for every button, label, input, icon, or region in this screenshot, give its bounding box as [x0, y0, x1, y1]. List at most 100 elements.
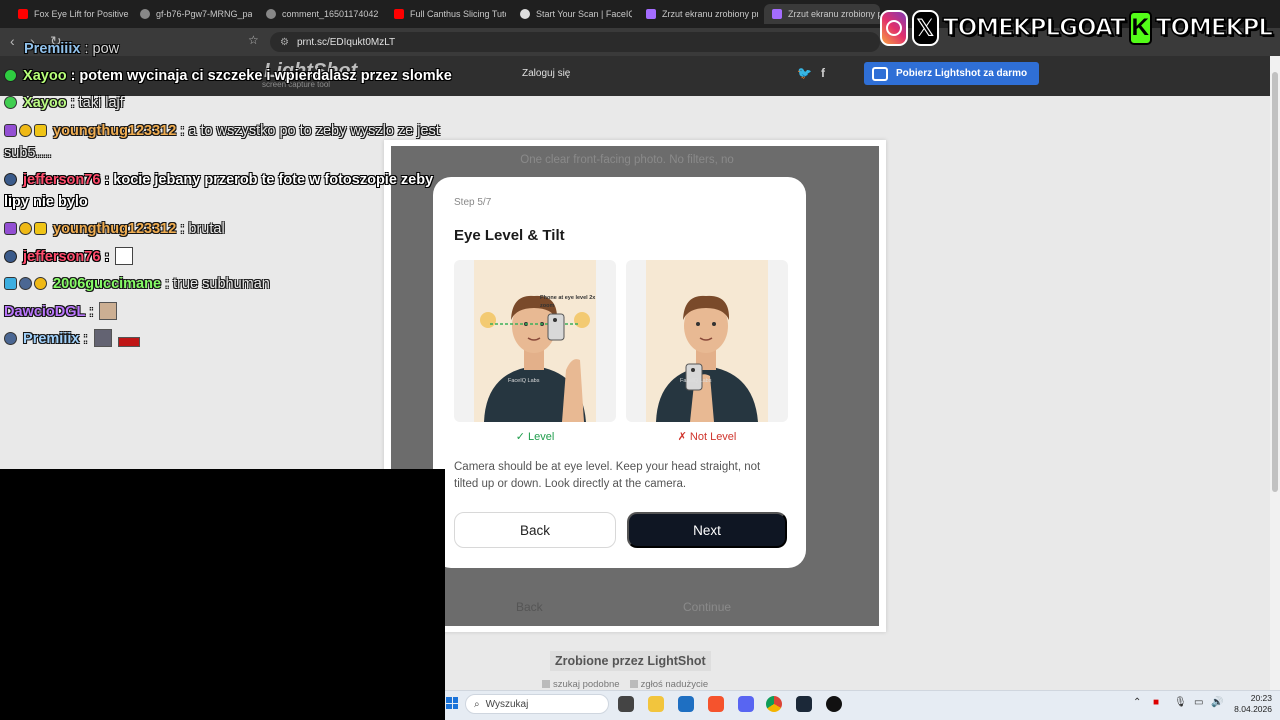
chat-message: jefferson76 : kocie jebany przerob te fo…: [4, 169, 454, 213]
tray-app-icon[interactable]: ■: [1153, 697, 1159, 708]
label-not-level: ✗ Not Level: [677, 431, 737, 443]
phone-note-text: Phone at eye level 2x zoom: [540, 295, 596, 309]
x-handle: TOMEKPLGOAT: [942, 14, 1126, 42]
network-icon[interactable]: ▭: [1194, 697, 1203, 708]
windows-start-icon[interactable]: [446, 697, 458, 709]
verified-badge-icon: [4, 96, 17, 109]
chat-message: Xayoo : taki lajf: [4, 92, 124, 114]
facebook-icon[interactable]: f: [821, 66, 825, 80]
chat-message: youngthug123312 : a to wszystko po to ze…: [4, 120, 454, 164]
lightshot-feather-icon: [772, 9, 782, 19]
chat-message: Premiiix : pow: [4, 38, 119, 60]
download-icon: [872, 66, 888, 81]
scrollbar-thumb[interactable]: [1272, 72, 1278, 492]
microphone-icon[interactable]: 🎙: [1174, 697, 1187, 708]
stream-chat-overlay: Premiiix : pow Xayoo : potem wycinaja ci…: [0, 0, 460, 360]
chat-message: Premiiix :: [4, 328, 140, 350]
clock-date: 8.04.2026: [1234, 704, 1272, 714]
chat-username: DawcioDGL: [4, 304, 86, 320]
search-icon: ⌕: [474, 698, 480, 710]
chat-emote: [93, 329, 112, 347]
next-button[interactable]: Next: [627, 512, 787, 548]
hat-badge-icon: [4, 332, 17, 345]
not-level-example-image: FaceIQ Labs: [626, 260, 788, 422]
chrome-icon[interactable]: [766, 696, 782, 712]
download-lightshot-button[interactable]: Pobierz Lightshot za darmo: [864, 62, 1039, 85]
file-explorer-icon[interactable]: [648, 696, 664, 712]
person-not-level-illustration: [646, 260, 768, 422]
chat-username: Premiiix: [24, 41, 81, 57]
streamer-branding: 𝕏 TOMEKPLGOAT K TOMEKPL: [880, 8, 1274, 48]
gem-badge-icon: [4, 277, 17, 290]
webcam-blackout: [0, 469, 445, 720]
chat-text: : taki lajf: [70, 95, 124, 111]
chat-username: youngthug123312: [53, 123, 177, 139]
chat-username: Xayoo: [23, 68, 67, 84]
level-example-image: Phone at eye level 2x zoom FaceIQ Labs: [454, 260, 616, 422]
taskbar-clock[interactable]: 20:23 8.04.2026: [1230, 693, 1272, 715]
report-abuse-link[interactable]: zgłoś nadużycie: [629, 679, 708, 690]
browser-tab[interactable]: Start Your Scan | FaceIQ La: [512, 4, 632, 24]
tier-badge-icon: [34, 277, 47, 290]
taskbar-search[interactable]: ⌕ Wyszukaj: [465, 694, 609, 714]
label-level: ✓ Level: [515, 431, 555, 443]
brave-icon[interactable]: [708, 696, 724, 712]
chat-message: 2006guccimane : true subhuman: [4, 273, 270, 295]
obs-icon[interactable]: [826, 696, 842, 712]
tier-badge-icon: [19, 124, 32, 137]
store-icon[interactable]: [678, 696, 694, 712]
task-view-icon[interactable]: [618, 696, 634, 712]
hat-badge-icon: [4, 250, 17, 263]
screenshot-back-text: Back: [516, 600, 543, 614]
hat-badge-icon: [4, 173, 17, 186]
browser-tab-active[interactable]: Zrzut ekranu zrobiony prz: [764, 4, 880, 24]
screenshot-continue-text: Continue: [683, 600, 732, 614]
discord-icon[interactable]: [738, 696, 754, 712]
chat-text: :: [83, 331, 88, 347]
chat-username: jefferson76: [23, 172, 101, 188]
chat-emote: [115, 247, 134, 265]
back-button[interactable]: Back: [454, 512, 616, 548]
crown-badge-icon: [34, 124, 47, 137]
chat-text: : pow: [84, 41, 120, 57]
person-level-illustration: [474, 260, 596, 422]
chat-username: Xayoo: [23, 95, 67, 111]
find-similar-link[interactable]: szukaj podobne: [542, 679, 620, 690]
chat-username: youngthug123312: [53, 221, 177, 237]
hat-badge-icon: [19, 277, 32, 290]
chat-message: youngthug123312 : brutal: [4, 218, 225, 240]
chat-text: : potem wycinaja ci szczeke i wpierdalas…: [70, 68, 452, 84]
login-link[interactable]: Zaloguj się: [522, 68, 570, 79]
chat-text: : true subhuman: [165, 276, 270, 292]
clock-time: 20:23: [1250, 693, 1272, 703]
shirt-text: FaceIQ Labs: [508, 378, 540, 384]
volume-icon[interactable]: 🔊: [1211, 697, 1223, 708]
screenshot-actions: szukaj podobne zgłoś nadużycie: [542, 679, 708, 690]
chat-username: Premiiix: [23, 331, 80, 347]
chat-message: Xayoo : potem wycinaja ci szczeke i wpie…: [4, 65, 452, 87]
steam-icon[interactable]: [796, 696, 812, 712]
x-twitter-icon: 𝕏: [911, 10, 939, 46]
chat-message: DawcioDGL :: [4, 301, 118, 323]
tray-chevron-icon[interactable]: ⌃: [1133, 697, 1141, 708]
shirt-text: FaceIQ Labs: [680, 378, 712, 384]
chat-emote: [99, 302, 118, 320]
screenshot-hint-text: One clear front-facing photo. No filters…: [520, 154, 734, 166]
modal-title: Eye Level & Tilt: [454, 227, 565, 244]
verified-badge-icon: [4, 69, 17, 82]
twitter-icon[interactable]: 🐦: [797, 66, 812, 80]
made-by-lightshot-link[interactable]: Zrobione przez LightShot: [550, 651, 711, 671]
chat-username: 2006guccimane: [53, 276, 162, 292]
instagram-icon: [880, 10, 908, 46]
kick-handle: TOMEKPL: [1155, 14, 1274, 42]
chat-username: jefferson76: [23, 249, 101, 265]
chat-text: :: [89, 304, 94, 320]
subscriber-badge-icon: [4, 222, 17, 235]
flag-icon: [629, 680, 638, 689]
search-small-icon: [542, 680, 550, 689]
browser-tab[interactable]: Zrzut ekranu zrobiony prz: [638, 4, 758, 24]
chat-text: : brutal: [180, 221, 225, 237]
instruction-text: Camera should be at eye level. Keep your…: [454, 461, 761, 490]
faceiq-icon: [520, 9, 530, 19]
kick-icon: K: [1128, 11, 1152, 45]
